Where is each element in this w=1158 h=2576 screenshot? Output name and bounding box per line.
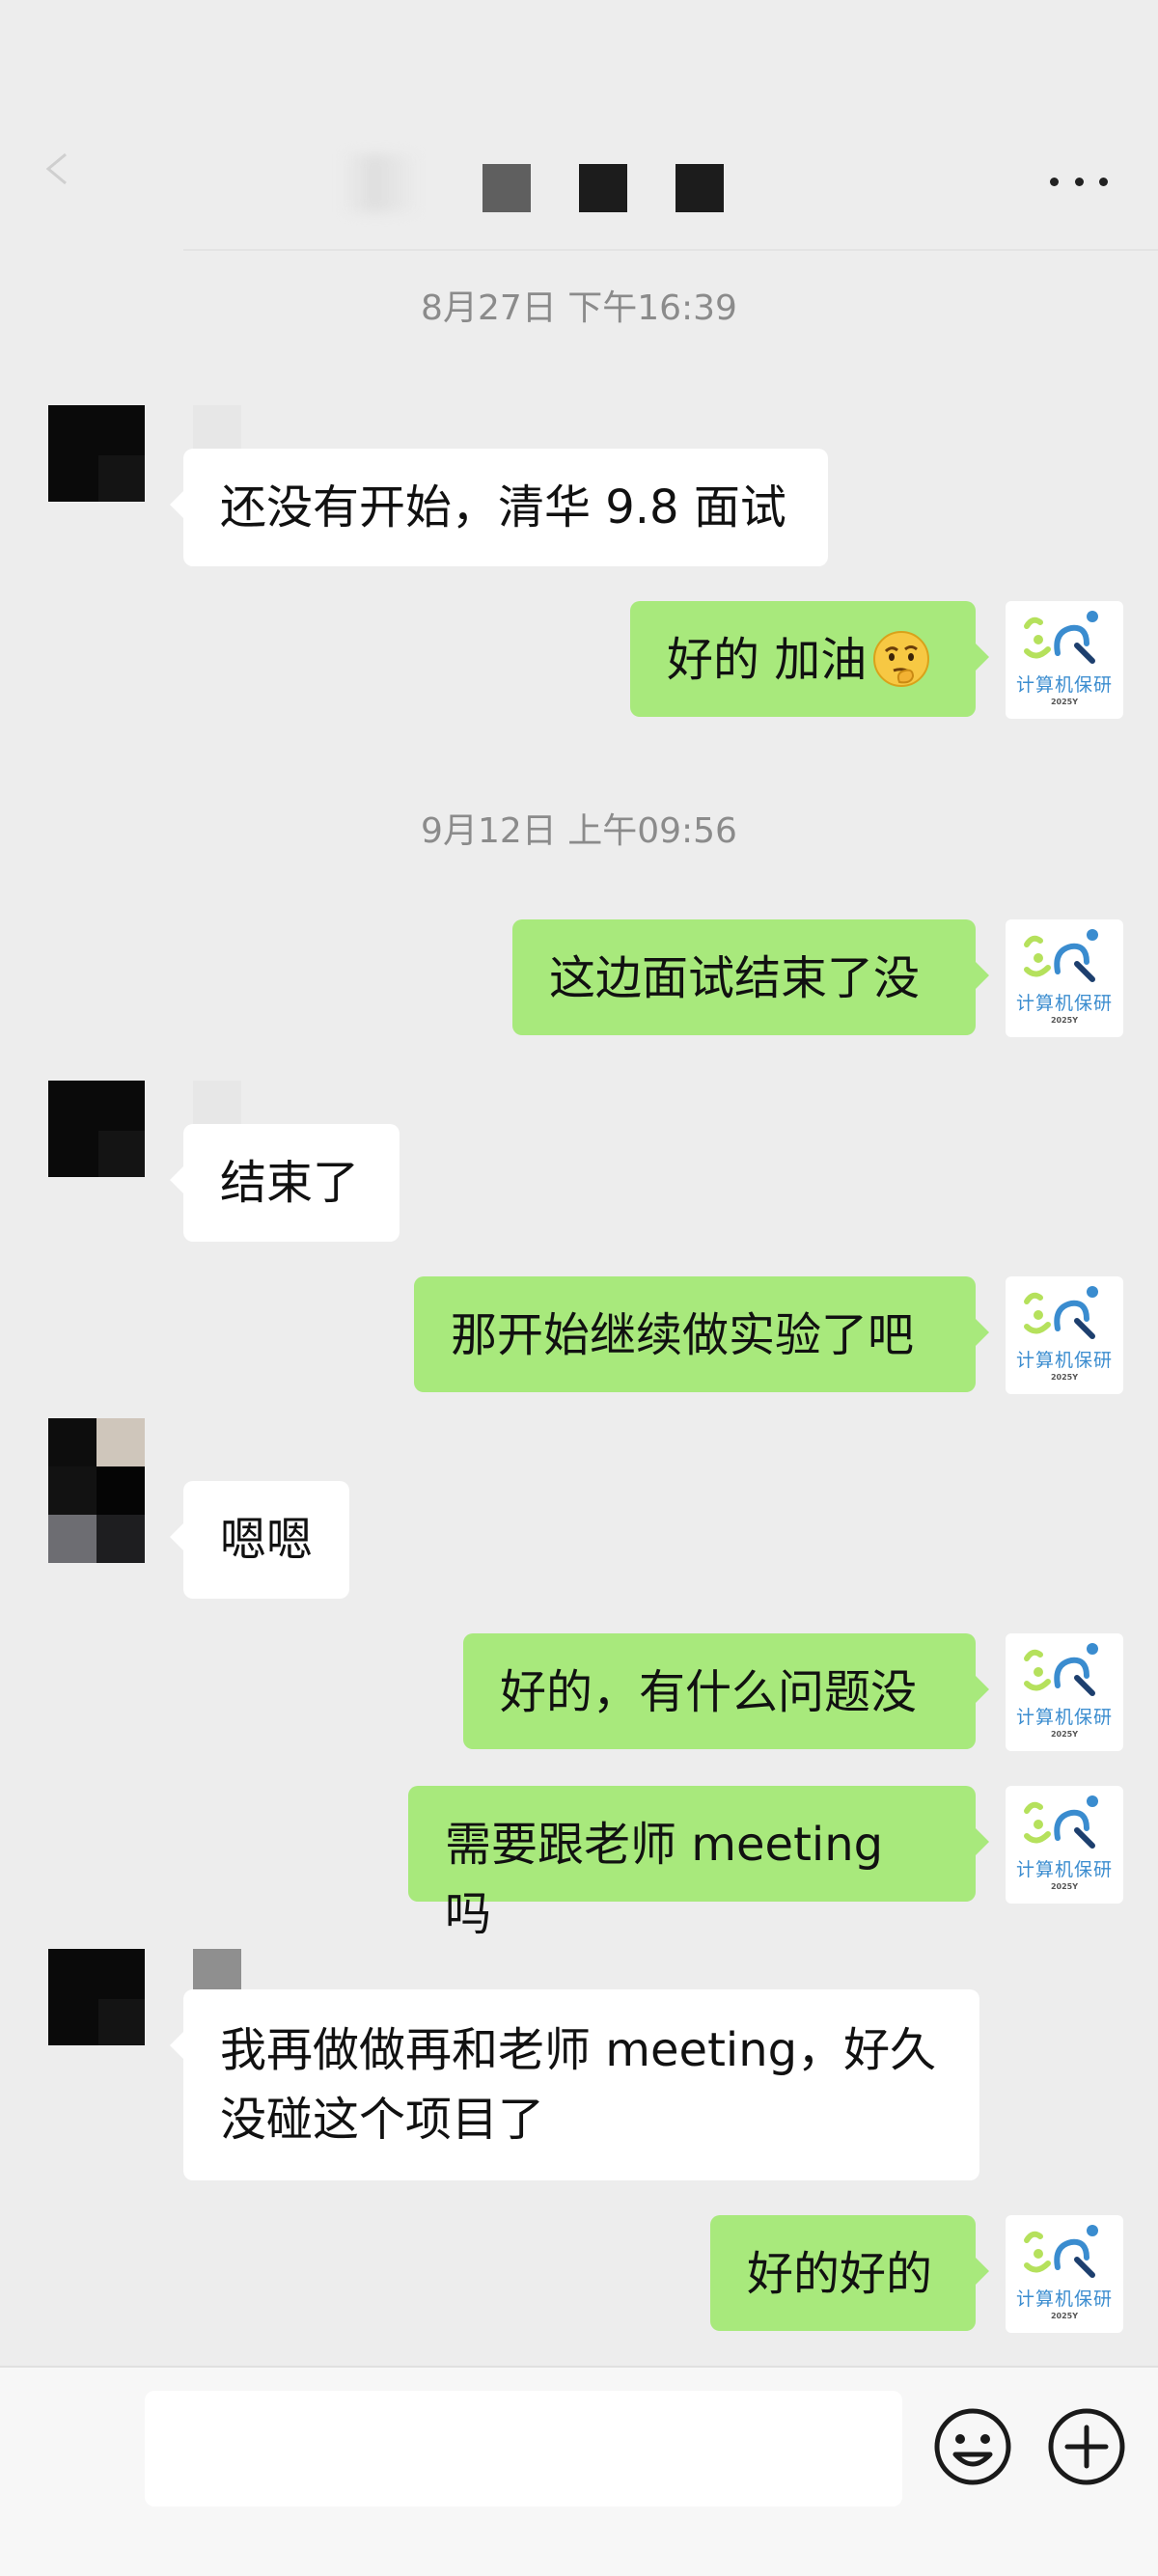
message-text: 需要跟老师 meeting 吗	[445, 1818, 884, 1941]
logo-icon	[1024, 611, 1098, 664]
message-text: 嗯嗯	[220, 1513, 314, 1567]
header-divider	[183, 249, 1158, 251]
chat-header	[0, 0, 1158, 251]
my-avatar[interactable]: 计算机保研 2025Y	[1006, 1786, 1123, 1904]
message-text: 这边面试结束了没	[549, 951, 921, 1005]
logo-icon	[1024, 929, 1098, 982]
logo-name: 计算机保研	[1015, 2288, 1113, 2310]
message-text-line: 没碰这个项目了	[220, 2093, 545, 2147]
message-bubble-sent[interactable]: 需要跟老师 meeting 吗	[408, 1786, 989, 1941]
contact-avatar[interactable]	[48, 1949, 145, 2045]
sender-name-redaction	[193, 1081, 241, 1129]
plus-circle-icon[interactable]	[1046, 2406, 1127, 2487]
message-text: 那开始继续做实验了吧	[451, 1308, 915, 1362]
logo-name: 计算机保研	[1015, 674, 1113, 696]
emoji-smile-icon[interactable]	[932, 2406, 1013, 2487]
logo-sub: 2025Y	[1050, 1016, 1079, 1025]
message-text: 好的 加油	[667, 633, 868, 687]
message-text: 好的，有什么问题没	[500, 1665, 918, 1719]
my-avatar[interactable]: 计算机保研 2025Y	[1006, 2215, 1123, 2333]
my-avatar[interactable]: 计算机保研 2025Y	[1006, 1633, 1123, 1751]
logo-name: 计算机保研	[1015, 1707, 1113, 1728]
timestamp: 8月27日 下午16:39	[421, 288, 737, 328]
logo-sub: 2025Y	[1050, 1882, 1079, 1891]
message-bubble-sent[interactable]: 好的 加油	[630, 601, 989, 717]
logo-name: 计算机保研	[1015, 1859, 1113, 1880]
timestamp: 9月12日 上午09:56	[421, 811, 737, 851]
chat-title-blurred	[343, 154, 420, 212]
logo-sub: 2025Y	[1050, 1373, 1079, 1382]
logo-sub: 2025Y	[1050, 698, 1079, 706]
logo-sub: 2025Y	[1050, 1730, 1079, 1739]
logo-name: 计算机保研	[1015, 993, 1113, 1014]
chat-title-redaction	[579, 164, 627, 212]
contact-avatar[interactable]	[48, 405, 145, 502]
message-input[interactable]	[145, 2391, 902, 2507]
input-bar	[0, 2368, 1158, 2576]
message-bubble-received[interactable]: 我再做做再和老师 meeting，好久 没碰这个项目了	[170, 1989, 979, 2180]
message-bubble-sent[interactable]: 好的，有什么问题没	[463, 1633, 989, 1749]
message-bubble-sent[interactable]: 这边面试结束了没	[512, 919, 989, 1035]
my-avatar[interactable]: 计算机保研 2025Y	[1006, 601, 1123, 719]
message-text: 还没有开始，清华 9.8 面试	[220, 480, 786, 534]
my-avatar[interactable]: 计算机保研 2025Y	[1006, 1276, 1123, 1394]
contact-avatar[interactable]	[48, 1081, 145, 1177]
more-dots-icon[interactable]	[1050, 174, 1108, 189]
logo-name: 计算机保研	[1015, 1350, 1113, 1371]
logo-sub: 2025Y	[1050, 2312, 1079, 2320]
message-text: 结束了	[220, 1156, 360, 1210]
message-bubble-received[interactable]: 结束了	[170, 1124, 400, 1242]
my-avatar[interactable]: 计算机保研 2025Y	[1006, 919, 1123, 1037]
sender-name-redaction	[193, 405, 241, 453]
logo-icon	[1024, 1643, 1098, 1696]
message-bubble-received[interactable]: 嗯嗯	[170, 1481, 349, 1599]
chat-title-redaction	[676, 164, 724, 212]
thinking-face-emoji	[873, 631, 930, 687]
logo-icon	[1024, 1795, 1098, 1849]
message-bubble-sent[interactable]: 那开始继续做实验了吧	[414, 1276, 989, 1392]
message-bubble-sent[interactable]: 好的好的	[710, 2215, 989, 2331]
chat-title-redaction	[482, 164, 531, 212]
chevron-left-icon[interactable]	[39, 145, 77, 193]
logo-icon	[1024, 1286, 1098, 1339]
message-bubble-received[interactable]: 还没有开始，清华 9.8 面试	[170, 449, 828, 566]
message-text: 好的好的	[747, 2247, 933, 2301]
contact-avatar[interactable]	[48, 1418, 145, 1563]
message-text-line: 我再做做再和老师 meeting，好久	[220, 2023, 937, 2077]
logo-icon	[1024, 2225, 1098, 2278]
